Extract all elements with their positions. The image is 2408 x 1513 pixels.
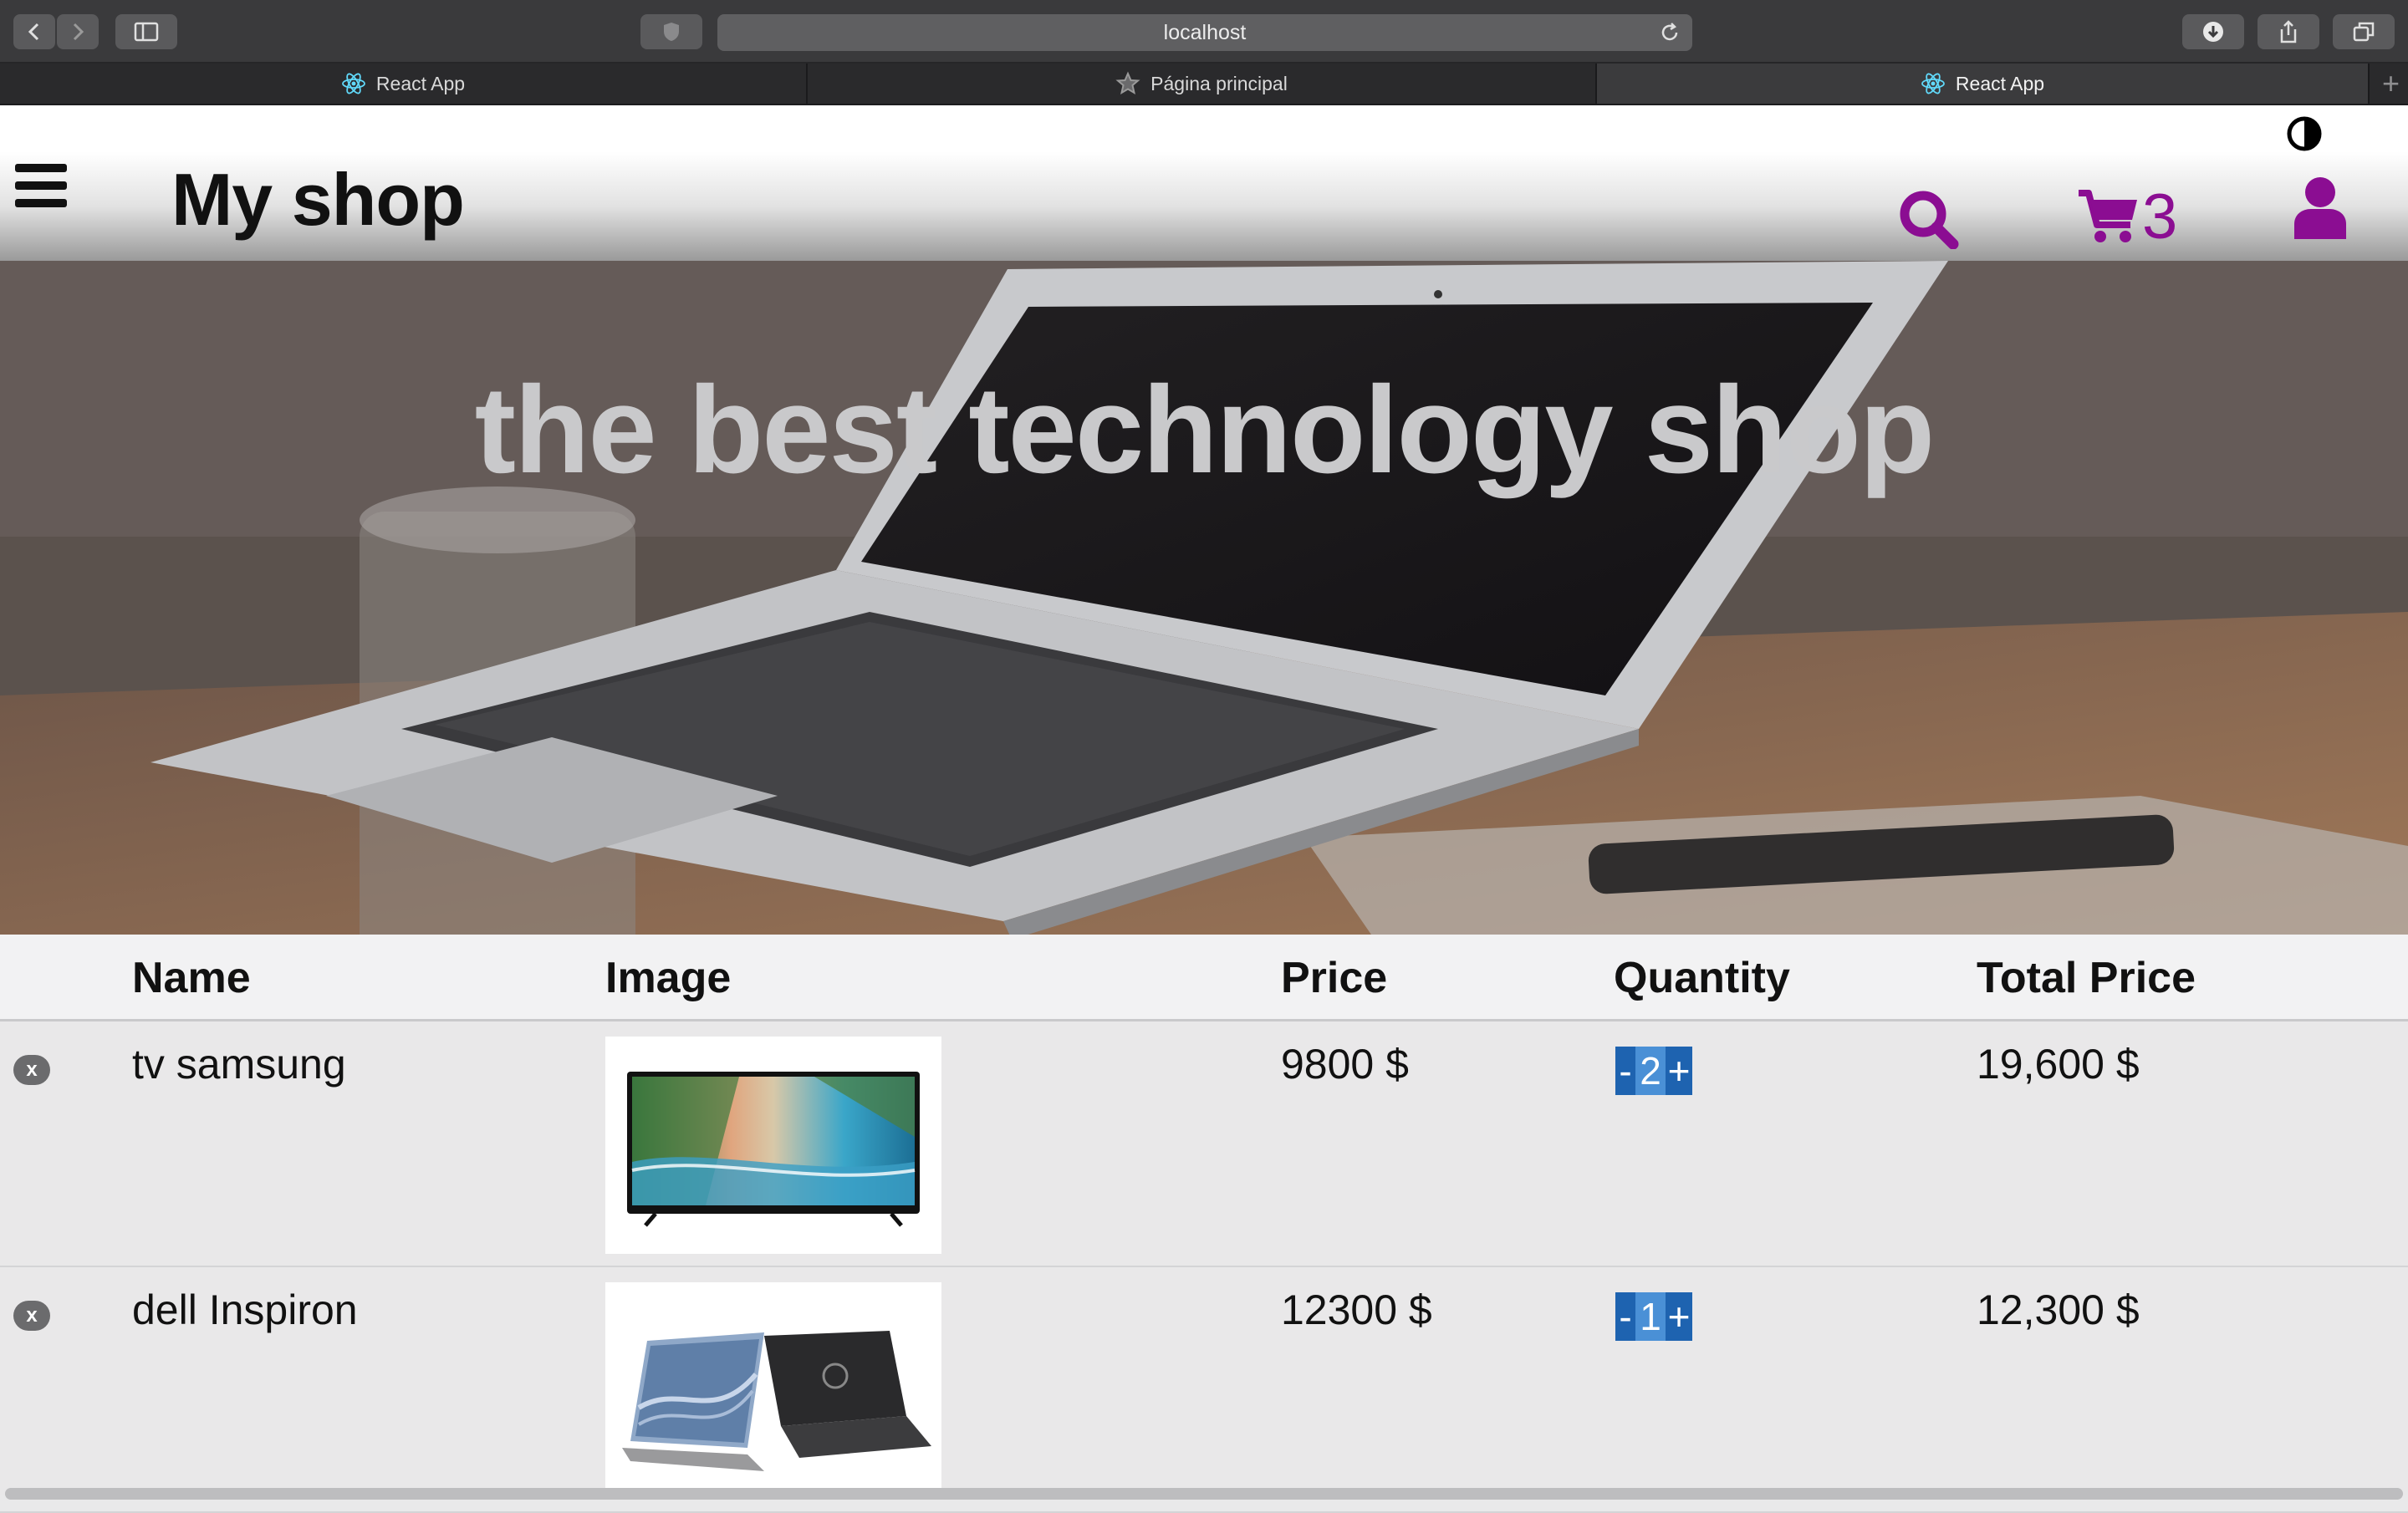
address-bar[interactable]: localhost bbox=[717, 14, 1692, 51]
menu-icon[interactable] bbox=[15, 164, 69, 207]
horizontal-scrollbar[interactable] bbox=[5, 1488, 2403, 1500]
column-header-image: Image bbox=[605, 954, 732, 1002]
product-name: dell Inspiron bbox=[132, 1286, 358, 1333]
tab-label: Página principal bbox=[1150, 72, 1288, 94]
contrast-icon[interactable] bbox=[2286, 115, 2323, 152]
hero-banner: the best technology shop bbox=[0, 261, 2408, 935]
cart-icon bbox=[2079, 190, 2137, 242]
increment-button[interactable]: + bbox=[1666, 1047, 1692, 1095]
site-header: My shop bbox=[0, 105, 2408, 261]
product-image-laptop bbox=[605, 1282, 941, 1500]
quantity-stepper: - 1 + bbox=[1615, 1292, 1692, 1341]
table-header: Name Image Price Quantity Total Price bbox=[0, 935, 2408, 1021]
tab-bar: React App Página principal React App + bbox=[0, 64, 2408, 105]
column-header-total-price: Total Price bbox=[1977, 954, 2196, 1002]
reload-icon[interactable] bbox=[1659, 22, 1681, 43]
cart-table: Name Image Price Quantity Total Price x … bbox=[0, 935, 2408, 1513]
tab-react-app-2[interactable]: React App bbox=[1597, 64, 2370, 104]
download-icon bbox=[2203, 22, 2223, 42]
total-price: 12,300 $ bbox=[1977, 1286, 2140, 1333]
tab-label: React App bbox=[375, 72, 466, 94]
tv-image bbox=[627, 1072, 920, 1227]
forward-button[interactable] bbox=[57, 14, 99, 49]
tab-pagina-principal[interactable]: Página principal bbox=[808, 64, 1597, 104]
share-icon bbox=[2280, 20, 2297, 43]
tab-react-app-1[interactable]: React App bbox=[0, 64, 808, 104]
quantity-value: 1 bbox=[1635, 1292, 1666, 1341]
cart-button[interactable]: 3 bbox=[2077, 186, 2177, 249]
search-icon[interactable] bbox=[1898, 189, 1960, 249]
react-icon bbox=[342, 73, 365, 94]
decrement-button[interactable]: - bbox=[1615, 1292, 1635, 1341]
laptop-image bbox=[622, 1331, 931, 1471]
table-row: x dell Inspiron 12300 $ - 1 + 12,300 $ bbox=[0, 1267, 2408, 1513]
tabs-icon bbox=[2353, 22, 2375, 42]
user-icon[interactable] bbox=[2291, 176, 2349, 239]
quantity-stepper: - 2 + bbox=[1615, 1047, 1692, 1095]
tab-label: React App bbox=[1955, 72, 2045, 94]
star-icon bbox=[1115, 71, 1140, 95]
new-tab-button[interactable]: + bbox=[2382, 67, 2400, 100]
decrement-button[interactable]: - bbox=[1615, 1047, 1635, 1095]
brand-title[interactable]: My shop bbox=[171, 157, 465, 242]
sidebar-toggle-button[interactable] bbox=[115, 14, 177, 49]
chevron-right-icon bbox=[73, 23, 84, 41]
privacy-shield-button[interactable] bbox=[640, 14, 702, 49]
react-icon bbox=[1921, 73, 1945, 94]
total-price: 19,600 $ bbox=[1977, 1041, 2140, 1088]
product-price: 9800 $ bbox=[1281, 1041, 1409, 1088]
column-header-name: Name bbox=[132, 954, 251, 1002]
table-row: x tv samsung 9800 $ - 2 + 19,600 $ bbox=[0, 1021, 2408, 1267]
shield-icon bbox=[664, 23, 679, 41]
product-image-tv bbox=[605, 1037, 941, 1254]
remove-item-button[interactable]: x bbox=[13, 1301, 50, 1331]
quantity-value: 2 bbox=[1635, 1047, 1666, 1095]
column-header-price: Price bbox=[1281, 954, 1388, 1002]
product-name: tv samsung bbox=[132, 1041, 346, 1088]
downloads-button[interactable] bbox=[2182, 14, 2244, 49]
increment-button[interactable]: + bbox=[1666, 1292, 1692, 1341]
hero-title: the best technology shop bbox=[474, 361, 1936, 499]
chevron-left-icon bbox=[28, 23, 39, 41]
column-header-quantity: Quantity bbox=[1614, 954, 1790, 1002]
tab-overview-button[interactable] bbox=[2333, 14, 2395, 49]
product-price: 12300 $ bbox=[1281, 1286, 1432, 1333]
cart-count: 3 bbox=[2142, 181, 2178, 252]
browser-toolbar: localhost bbox=[0, 0, 2408, 64]
remove-item-button[interactable]: x bbox=[13, 1055, 50, 1085]
back-button[interactable] bbox=[13, 14, 55, 49]
url-text: localhost bbox=[1163, 20, 1247, 44]
sidebar-icon bbox=[134, 22, 159, 42]
share-button[interactable] bbox=[2258, 14, 2319, 49]
